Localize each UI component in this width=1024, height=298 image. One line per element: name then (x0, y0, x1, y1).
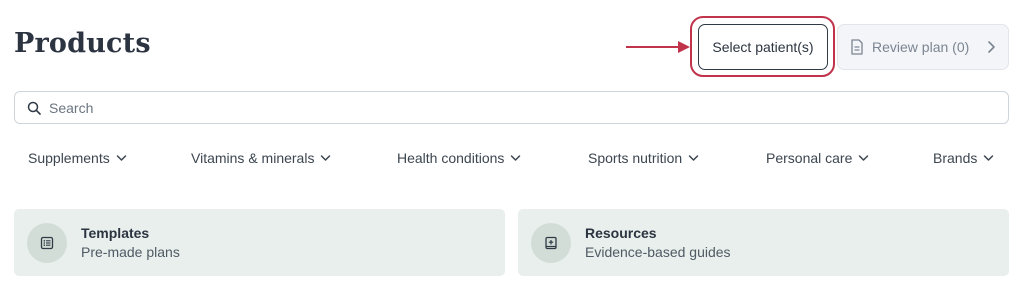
page-title: Products (14, 28, 151, 59)
search-bar[interactable] (14, 91, 1009, 124)
chevron-right-icon (988, 41, 995, 53)
select-patients-button[interactable]: Select patient(s) (698, 24, 828, 70)
category-label: Vitamins & minerals (191, 150, 315, 166)
chevron-down-icon (321, 155, 331, 161)
resources-subtitle: Evidence-based guides (585, 244, 731, 260)
templates-title: Templates (81, 225, 150, 241)
category-label: Personal care (766, 150, 853, 166)
category-supplements[interactable]: Supplements (28, 150, 127, 166)
category-label: Health conditions (397, 150, 505, 166)
chevron-down-icon (688, 155, 699, 161)
review-plan-label: Review plan (0) (872, 39, 970, 55)
resources-icon-circle (531, 222, 571, 263)
templates-icon-circle (27, 222, 67, 263)
resources-card[interactable]: Resources Evidence-based guides (518, 209, 1009, 276)
category-brands[interactable]: Brands (933, 150, 994, 166)
chevron-down-icon (511, 155, 521, 161)
category-health-conditions[interactable]: Health conditions (397, 150, 521, 166)
search-input[interactable] (49, 99, 949, 116)
review-plan-button[interactable]: Review plan (0) (837, 24, 1009, 70)
category-label: Sports nutrition (588, 150, 683, 166)
category-vitamins-minerals[interactable]: Vitamins & minerals (191, 150, 331, 166)
list-icon (40, 236, 54, 249)
annotation-arrow-icon (626, 41, 690, 53)
templates-subtitle: Pre-made plans (81, 244, 180, 260)
search-icon (27, 101, 41, 115)
book-icon (545, 236, 557, 249)
category-nav: Supplements Vitamins & minerals Health c… (0, 150, 1024, 172)
chevron-down-icon (116, 155, 126, 161)
category-sports-nutrition[interactable]: Sports nutrition (588, 150, 699, 166)
resources-title: Resources (585, 225, 657, 241)
category-personal-care[interactable]: Personal care (766, 150, 869, 166)
chevron-down-icon (859, 155, 869, 161)
templates-card[interactable]: Templates Pre-made plans (14, 209, 505, 276)
chevron-down-icon (984, 155, 994, 161)
category-label: Brands (933, 150, 978, 166)
category-label: Supplements (28, 150, 110, 166)
document-icon (851, 39, 863, 55)
